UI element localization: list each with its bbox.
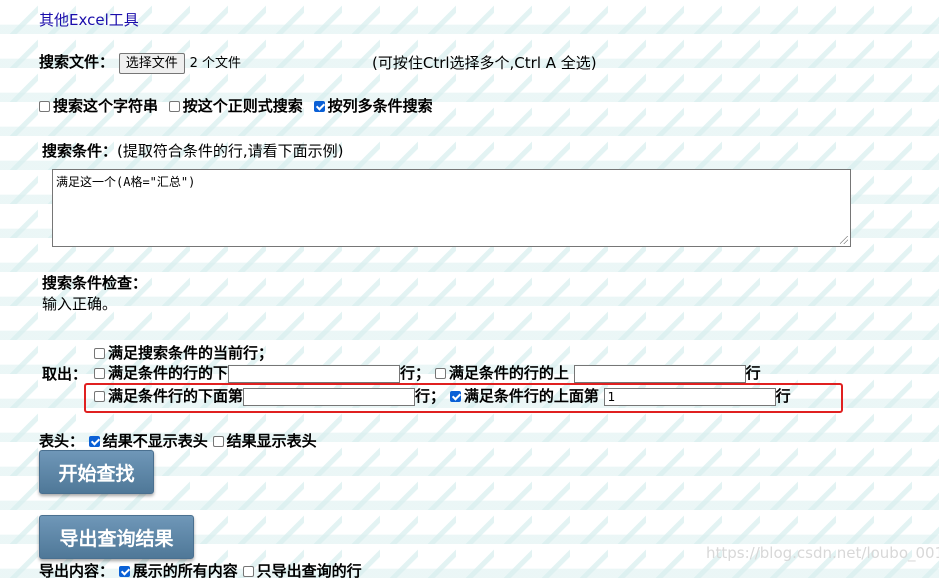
mode-regex[interactable]: 按这个正则式搜索	[168, 97, 303, 115]
above-rows-label: 满足条件的行的上	[448, 364, 569, 382]
condition-check-result: 输入正确。	[42, 295, 118, 313]
condition-label: 搜索条件：	[42, 142, 118, 160]
above-nth-input[interactable]: 1	[603, 387, 776, 406]
condition-hint: (提取符合条件的行,请看下面示例)	[117, 142, 344, 160]
extract-rows-row: 满足条件的行的下 行； 满足条件的行的上 行	[94, 362, 761, 383]
above-rows-input[interactable]	[573, 364, 746, 383]
condition-heading: 搜索条件：(提取符合条件的行,请看下面示例)	[42, 140, 344, 161]
mode-column-checkbox[interactable]	[313, 101, 325, 112]
condition-textarea[interactable]: 满足这一个(A格="汇总")	[52, 169, 851, 247]
export-options: 导出内容： 展示的所有内容 只导出查询的行	[39, 560, 362, 581]
mode-column-label: 按列多条件搜索	[327, 97, 433, 115]
above-rows-unit: 行	[745, 364, 761, 382]
mode-regex-label: 按这个正则式搜索	[182, 97, 303, 115]
below-rows-unit: 行；	[400, 364, 431, 382]
mode-string[interactable]: 搜索这个字符串	[39, 97, 158, 115]
extract-label: 取出：	[42, 365, 88, 383]
export-results-button[interactable]: 导出查询结果	[39, 515, 194, 559]
condition-text: 满足这一个(A格="汇总")	[56, 175, 196, 189]
above-nth-unit: 行	[775, 387, 791, 405]
below-nth-label: 满足条件行的下面第	[108, 387, 244, 405]
mode-column[interactable]: 按列多条件搜索	[313, 97, 433, 115]
choose-file-button[interactable]: 选择文件	[118, 53, 185, 74]
export-label: 导出内容：	[39, 562, 115, 580]
condition-check-label: 搜索条件检查：	[42, 274, 148, 292]
show-header-label: 结果显示表头	[226, 432, 317, 450]
current-row-checkbox[interactable]	[94, 348, 105, 359]
search-file-label: 搜索文件：	[39, 53, 115, 71]
no-header-label: 结果不显示表头	[102, 432, 208, 450]
mode-regex-checkbox[interactable]	[168, 101, 180, 112]
below-rows-label: 满足条件的行的下	[108, 364, 229, 382]
header-options: 表头： 结果不显示表头 结果显示表头	[39, 430, 317, 451]
below-nth-unit: 行；	[415, 387, 446, 405]
other-excel-tools-link[interactable]: 其他Excel工具	[39, 9, 139, 30]
export-all-label: 展示的所有内容	[132, 562, 238, 580]
extract-nth-row: 满足条件行的下面第 行； 满足条件行的上面第 1行	[94, 385, 791, 406]
current-row-label: 满足搜索条件的当前行；	[108, 344, 274, 362]
search-mode-options: 搜索这个字符串 按这个正则式搜索 按列多条件搜索	[39, 95, 433, 116]
above-nth-checkbox[interactable]	[449, 391, 461, 402]
no-header-checkbox[interactable]	[88, 436, 100, 447]
below-nth-checkbox[interactable]	[94, 391, 105, 402]
extract-current-row[interactable]: 满足搜索条件的当前行；	[94, 342, 273, 363]
above-rows-checkbox[interactable]	[434, 368, 446, 379]
file-select-hint: (可按住Ctrl选择多个,Ctrl A 全选)	[372, 54, 597, 72]
below-rows-input[interactable]	[228, 364, 401, 383]
start-search-button[interactable]: 开始查找	[39, 450, 154, 494]
search-file-row: 搜索文件： 选择文件 2 个文件	[39, 51, 241, 74]
header-label: 表头：	[39, 432, 85, 450]
watermark: https://blog.csdn.net/loubo_001	[706, 544, 939, 562]
show-header-checkbox[interactable]	[212, 436, 224, 447]
below-rows-checkbox[interactable]	[94, 368, 105, 379]
file-count: 2 个文件	[189, 56, 241, 71]
resize-grip-icon[interactable]	[840, 236, 848, 244]
mode-string-checkbox[interactable]	[39, 101, 50, 112]
mode-string-label: 搜索这个字符串	[53, 97, 159, 115]
below-nth-input[interactable]	[243, 387, 416, 406]
export-only-label: 只导出查询的行	[256, 562, 362, 580]
above-nth-label: 满足条件行的上面第	[463, 387, 599, 405]
